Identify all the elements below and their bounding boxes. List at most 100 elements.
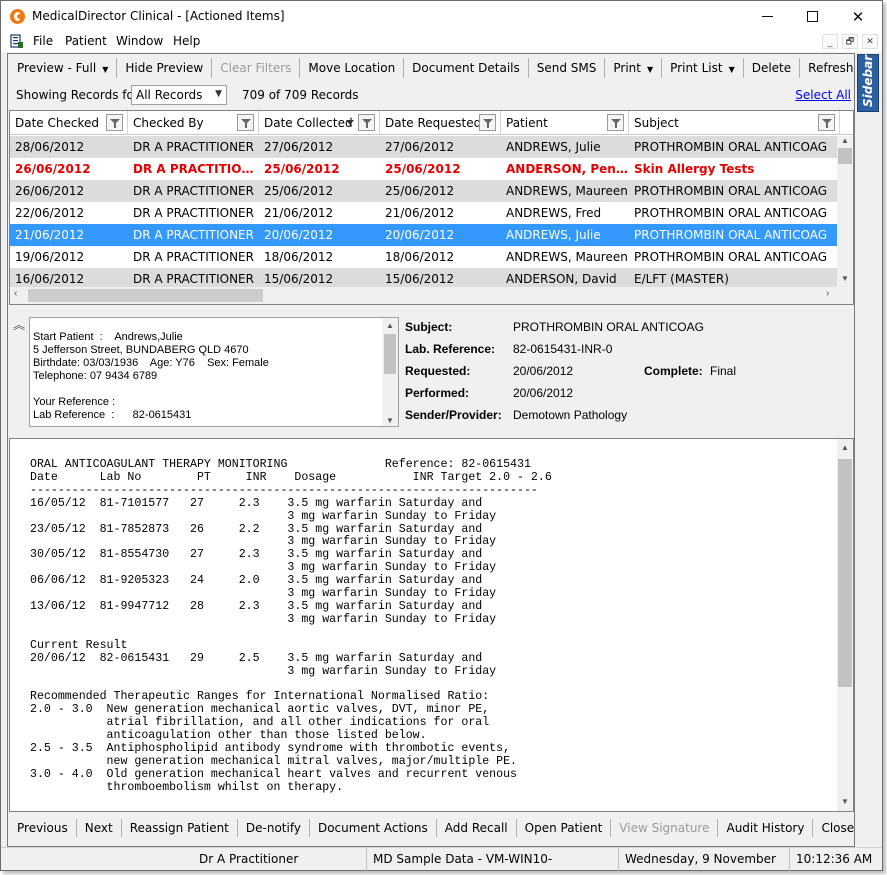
cell-patient: ANDREWS, Julie bbox=[506, 140, 601, 154]
send-sms-button[interactable]: Send SMS bbox=[529, 58, 606, 78]
document-menu-icon[interactable] bbox=[10, 34, 24, 49]
lab-reference-value: 82-0615431-INR-0 bbox=[513, 342, 613, 356]
table-row-selected[interactable]: 21/06/2012 DR A PRACTITIONER 20/06/2012 … bbox=[10, 224, 840, 246]
patient-info-box: Start Patient : Andrews,Julie 5 Jefferso… bbox=[29, 317, 399, 427]
cell-patient: ANDREWS, Julie bbox=[506, 228, 601, 242]
scroll-up-icon[interactable]: ▲ bbox=[841, 443, 849, 452]
column-date-collected[interactable]: Date Collected bbox=[259, 111, 380, 135]
column-label: Date Checked bbox=[15, 116, 99, 130]
patient-box-scrollbar[interactable]: ▲ ▼ bbox=[382, 318, 398, 426]
scroll-left-icon[interactable]: ‹ bbox=[14, 288, 17, 299]
open-patient-button[interactable]: Open Patient bbox=[517, 819, 612, 837]
menu-file[interactable]: File bbox=[33, 34, 53, 48]
column-date-requested[interactable]: Date Requested bbox=[380, 111, 501, 135]
sort-descending-icon bbox=[346, 120, 354, 125]
cell-subject: PROTHROMBIN ORAL ANTICOAG bbox=[634, 250, 828, 264]
preview-label: Preview - Full bbox=[17, 61, 97, 75]
clear-filters-button[interactable]: Clear Filters bbox=[212, 58, 301, 78]
menu-help[interactable]: Help bbox=[173, 34, 200, 48]
filter-icon[interactable] bbox=[479, 114, 496, 131]
mdi-restore-button[interactable]: 🗗 bbox=[842, 34, 858, 49]
scroll-thumb[interactable] bbox=[384, 334, 396, 374]
toolbar: Preview - Full ▼ Hide Preview Clear Filte… bbox=[9, 56, 853, 80]
sidebar-tab[interactable]: Sidebar bbox=[857, 54, 879, 112]
table-row[interactable]: 19/06/2012 DR A PRACTITIONER 18/06/2012 … bbox=[10, 246, 840, 268]
filter-icon[interactable] bbox=[237, 114, 254, 131]
delete-button[interactable]: Delete bbox=[744, 58, 801, 78]
collapse-up-icon[interactable]: ︽ bbox=[13, 316, 25, 333]
table-row[interactable]: 28/06/2012 DR A PRACTITIONER 27/06/2012 … bbox=[10, 136, 840, 158]
filter-icon[interactable] bbox=[106, 114, 123, 131]
patient-line: Start Patient : Andrews,Julie bbox=[33, 331, 183, 343]
refresh-button[interactable]: Refresh bbox=[800, 58, 861, 78]
cell-patient: ANDREWS, Fred bbox=[506, 206, 602, 220]
scroll-thumb[interactable] bbox=[838, 148, 852, 164]
print-list-dropdown-button[interactable]: Print List ▼ bbox=[662, 58, 744, 78]
close-window-button[interactable]: ✕ bbox=[835, 1, 881, 32]
table-row[interactable]: 26/06/2012 DR A PRACTITION... 25/06/2012… bbox=[10, 158, 840, 180]
chevron-down-icon: ▼ bbox=[647, 65, 654, 74]
report-vertical-scrollbar[interactable]: ▲ ▼ bbox=[837, 439, 853, 811]
preview-dropdown-button[interactable]: Preview - Full ▼ bbox=[9, 58, 118, 78]
add-recall-button[interactable]: Add Recall bbox=[437, 819, 517, 837]
filter-icon[interactable] bbox=[358, 114, 375, 131]
status-bar: Dr A Practitioner MD Sample Data - VM-WI… bbox=[1, 847, 882, 875]
previous-button[interactable]: Previous bbox=[9, 819, 77, 837]
scroll-down-icon[interactable]: ▼ bbox=[841, 797, 849, 806]
scroll-thumb[interactable] bbox=[838, 459, 852, 687]
scroll-down-icon[interactable]: ▼ bbox=[841, 274, 849, 283]
filter-icon[interactable] bbox=[607, 114, 624, 131]
table-row[interactable]: 26/06/2012 DR A PRACTITIONER 25/06/2012 … bbox=[10, 180, 840, 202]
view-signature-button[interactable]: View Signature bbox=[611, 819, 719, 837]
cell-date-requested: 20/06/2012 bbox=[385, 228, 455, 242]
menu-window[interactable]: Window bbox=[116, 34, 163, 48]
print-dropdown-button[interactable]: Print ▼ bbox=[605, 58, 663, 78]
move-location-button[interactable]: Move Location bbox=[300, 58, 405, 78]
next-button[interactable]: Next bbox=[77, 819, 122, 837]
cell-checked-by: DR A PRACTITIONER bbox=[133, 250, 254, 264]
scroll-up-icon[interactable]: ▲ bbox=[386, 319, 394, 332]
app-logo-icon bbox=[10, 9, 25, 24]
document-actions-button[interactable]: Document Actions bbox=[310, 819, 437, 837]
minimize-button[interactable] bbox=[744, 1, 790, 32]
maximize-button[interactable] bbox=[789, 1, 835, 32]
cell-checked-by: DR A PRACTITIONER bbox=[133, 206, 254, 220]
column-patient[interactable]: Patient bbox=[501, 111, 629, 135]
denotify-button[interactable]: De-notify bbox=[238, 819, 310, 837]
cell-date-requested: 25/06/2012 bbox=[385, 184, 455, 198]
cell-date-checked: 19/06/2012 bbox=[15, 250, 85, 264]
status-date: Wednesday, 9 November 2016 bbox=[618, 848, 788, 875]
cell-subject: PROTHROMBIN ORAL ANTICOAG bbox=[634, 184, 828, 198]
select-all-link[interactable]: Select All bbox=[795, 88, 851, 102]
cell-patient: ANDERSON, Penny bbox=[506, 162, 629, 176]
mdi-minimize-button[interactable]: _ bbox=[822, 34, 838, 49]
grid-horizontal-scrollbar[interactable]: ‹ › bbox=[10, 287, 853, 304]
scroll-thumb[interactable] bbox=[28, 289, 263, 302]
requested-value: 20/06/2012 bbox=[513, 364, 574, 378]
column-subject[interactable]: Subject bbox=[629, 111, 840, 135]
app-window: MedicalDirector Clinical - [Actioned Ite… bbox=[0, 0, 883, 875]
table-row[interactable]: 22/06/2012 DR A PRACTITIONER 21/06/2012 … bbox=[10, 202, 840, 224]
scroll-up-icon[interactable]: ▲ bbox=[841, 136, 849, 145]
menu-patient[interactable]: Patient bbox=[65, 34, 107, 48]
report-text: ORAL ANTICOAGULANT THERAPY MONITORING Re… bbox=[30, 458, 552, 794]
mdi-close-button[interactable]: ✕ bbox=[862, 34, 878, 49]
print-label: Print bbox=[613, 61, 641, 75]
grid-vertical-scrollbar[interactable]: ▲ ▼ bbox=[837, 136, 853, 288]
column-date-checked[interactable]: Date Checked bbox=[10, 111, 128, 135]
scroll-down-icon[interactable]: ▼ bbox=[386, 414, 394, 427]
cell-subject: PROTHROMBIN ORAL ANTICOAG bbox=[634, 140, 828, 154]
close-button[interactable]: Close bbox=[813, 819, 862, 837]
hide-preview-button[interactable]: Hide Preview bbox=[117, 58, 213, 78]
column-checked-by[interactable]: Checked By bbox=[128, 111, 259, 135]
document-details-button[interactable]: Document Details bbox=[404, 58, 529, 78]
cell-date-checked: 22/06/2012 bbox=[15, 206, 85, 220]
audit-history-button[interactable]: Audit History bbox=[718, 819, 814, 837]
reassign-patient-button[interactable]: Reassign Patient bbox=[122, 819, 238, 837]
complete-label: Complete: bbox=[644, 364, 703, 378]
cell-subject: PROTHROMBIN ORAL ANTICOAG bbox=[634, 206, 828, 220]
records-filter-select[interactable]: All Records ▼ bbox=[131, 85, 227, 105]
filter-icon[interactable] bbox=[818, 114, 835, 131]
scroll-right-icon[interactable]: › bbox=[826, 288, 829, 299]
cell-checked-by: DR A PRACTITIONER bbox=[133, 184, 254, 198]
